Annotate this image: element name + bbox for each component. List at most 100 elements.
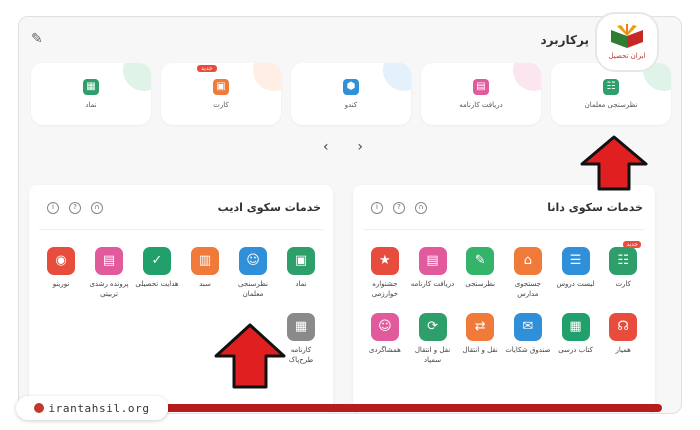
- card-decoration: [253, 63, 281, 91]
- service-icon: ✉: [513, 313, 542, 341]
- service-icon: ⌂: [513, 247, 542, 275]
- service-tile[interactable]: ☰ لیست دروس: [552, 247, 600, 299]
- edit-icon[interactable]: ✎: [31, 31, 47, 47]
- section-title: پرکاربرد: [540, 33, 590, 47]
- info-icon[interactable]: i: [47, 202, 59, 214]
- service-label: لیست دروس: [556, 280, 595, 288]
- service-tile[interactable]: ★ جشنواره خوارزمی: [361, 247, 409, 299]
- help-icon[interactable]: ?: [393, 202, 405, 214]
- pointer-arrow-icon: [214, 323, 286, 389]
- card-label: نظرسنجی معلمان: [584, 101, 638, 109]
- service-icon: ☊: [609, 313, 638, 341]
- card-label: کارت: [213, 101, 229, 109]
- pointer-arrow-icon: [580, 135, 648, 191]
- panel-actions: i ? ∩: [47, 202, 103, 214]
- card-decoration: [513, 63, 541, 91]
- card-label: دریافت کارنامه: [459, 101, 503, 109]
- chevron-right-icon[interactable]: ›: [357, 139, 363, 155]
- service-label: کارت: [615, 280, 631, 288]
- service-label: نماد: [295, 280, 307, 288]
- symbol-icon: ▦: [83, 79, 99, 95]
- card-decoration: [383, 63, 411, 91]
- service-tile[interactable]: ✎ نظرسنجی: [456, 247, 504, 299]
- panel-header: خدمات سکوی ادیب i ? ∩: [39, 199, 321, 219]
- card-symbol[interactable]: ▦ نماد: [31, 63, 151, 125]
- card-card[interactable]: جدید ▣ کارت: [161, 63, 281, 125]
- service-tile[interactable]: ⌂ جستجوی مدارس: [504, 247, 552, 299]
- card-report-card[interactable]: ▤ دریافت کارنامه: [421, 63, 541, 125]
- service-icon: ✓: [143, 247, 171, 275]
- service-label: نقل و انتقال سمپاد: [414, 346, 451, 364]
- service-tile[interactable]: ⇄ نقل و انتقال: [456, 313, 504, 365]
- service-tile[interactable]: ▤ دریافت کارنامه: [409, 247, 457, 299]
- panel-actions: i ? ∩: [371, 202, 427, 214]
- service-label: کتاب درسی: [558, 346, 593, 354]
- service-tile[interactable]: ▦ کتاب درسی: [552, 313, 600, 365]
- service-tile[interactable]: ☺ همشاگردی: [361, 313, 409, 365]
- service-label: همشاگردی: [368, 346, 401, 354]
- headset-icon[interactable]: ∩: [415, 202, 427, 214]
- report-card-icon: ▤: [473, 79, 489, 95]
- divider: [363, 229, 645, 230]
- site-url: irantahsil.org: [48, 401, 150, 415]
- panel-header: خدمات سکوی دانا i ? ∩: [363, 199, 643, 219]
- service-tile[interactable]: ▥ سبد: [181, 247, 229, 299]
- service-label: هدایت تحصیلی: [135, 280, 179, 288]
- service-icon: ☺: [239, 247, 267, 275]
- service-tile[interactable]: ▤ پرونده رشدی تربیتی: [85, 247, 133, 299]
- panel-dana-services: خدمات سکوی دانا i ? ∩ جدید ☷ کارت ☰ لیست درو…: [353, 185, 655, 413]
- info-icon[interactable]: i: [371, 202, 383, 214]
- services-grid: جدید ☷ کارت ☰ لیست دروس ⌂ جستجوی مدارس ✎ نظرسنجی…: [361, 241, 647, 365]
- new-badge: جدید: [197, 65, 217, 72]
- service-tile[interactable]: جدید ☷ کارت: [599, 241, 647, 299]
- service-icon: ▣: [287, 247, 315, 275]
- service-icon: ▦: [561, 313, 590, 341]
- service-label: دریافت کارنامه: [410, 280, 455, 288]
- help-icon[interactable]: ?: [69, 202, 81, 214]
- card-teacher-survey[interactable]: ☷ نظرسنجی معلمان: [551, 63, 671, 125]
- service-icon: ☷: [609, 247, 638, 275]
- service-icon: ★: [370, 247, 399, 275]
- card-decoration: [123, 63, 151, 91]
- app-window: ✎ پرکاربرد ☷ نظرسنجی معلمان ▤ دریافت کار…: [18, 16, 682, 414]
- service-tile[interactable]: ☊ همیار: [599, 313, 647, 365]
- service-icon: ✎: [466, 247, 495, 275]
- divider: [39, 229, 323, 230]
- service-tile[interactable]: ⟳ نقل و انتقال سمپاد: [409, 313, 457, 365]
- card-label: نماد: [85, 101, 97, 109]
- service-label: پرونده رشدی تربیتی: [89, 280, 129, 298]
- service-tile[interactable]: ✓ هدایت تحصیلی: [133, 247, 181, 299]
- service-icon: ☺: [370, 313, 399, 341]
- book-logo-icon: [611, 24, 643, 48]
- bottom-accent-bar: [168, 404, 662, 412]
- service-tile[interactable]: ✉ صندوق شکایات: [504, 313, 552, 365]
- service-tile[interactable]: ◉ نورینو: [37, 247, 85, 299]
- carousel-pager: ‹ ›: [323, 139, 363, 155]
- service-icon: ▦: [287, 313, 315, 341]
- service-icon: ◉: [47, 247, 75, 275]
- card-hive[interactable]: ⬢ کندو: [291, 63, 411, 125]
- service-tile[interactable]: ▣ نماد: [277, 247, 325, 299]
- site-watermark: irantahsil.org: [16, 396, 168, 420]
- service-label: نورینو: [52, 280, 70, 288]
- service-icon: ▤: [418, 247, 447, 275]
- brand-logo: ایران تحصیل: [595, 12, 659, 72]
- service-icon: ▤: [95, 247, 123, 275]
- globe-icon: [34, 403, 45, 413]
- service-label: سبد: [199, 280, 211, 288]
- service-label: همیار: [615, 346, 631, 354]
- service-icon: ▥: [191, 247, 219, 275]
- chevron-left-icon[interactable]: ‹: [323, 139, 329, 155]
- service-label: نظرسنجی: [465, 280, 496, 288]
- logo-text: ایران تحصیل: [608, 52, 646, 60]
- service-label: جشنواره خوارزمی: [371, 280, 398, 298]
- survey-icon: ☷: [603, 79, 619, 95]
- headset-icon[interactable]: ∩: [91, 202, 103, 214]
- topbar: ✎ پرکاربرد: [19, 17, 681, 63]
- service-icon: ⇄: [466, 313, 495, 341]
- new-badge: جدید: [623, 241, 641, 248]
- service-label: صندوق شکایات: [505, 346, 551, 354]
- service-tile[interactable]: ☺ نظرسنجی معلمان: [229, 247, 277, 299]
- service-label: نقل و انتقال: [462, 346, 498, 354]
- service-label: جستجوی مدارس: [514, 280, 541, 298]
